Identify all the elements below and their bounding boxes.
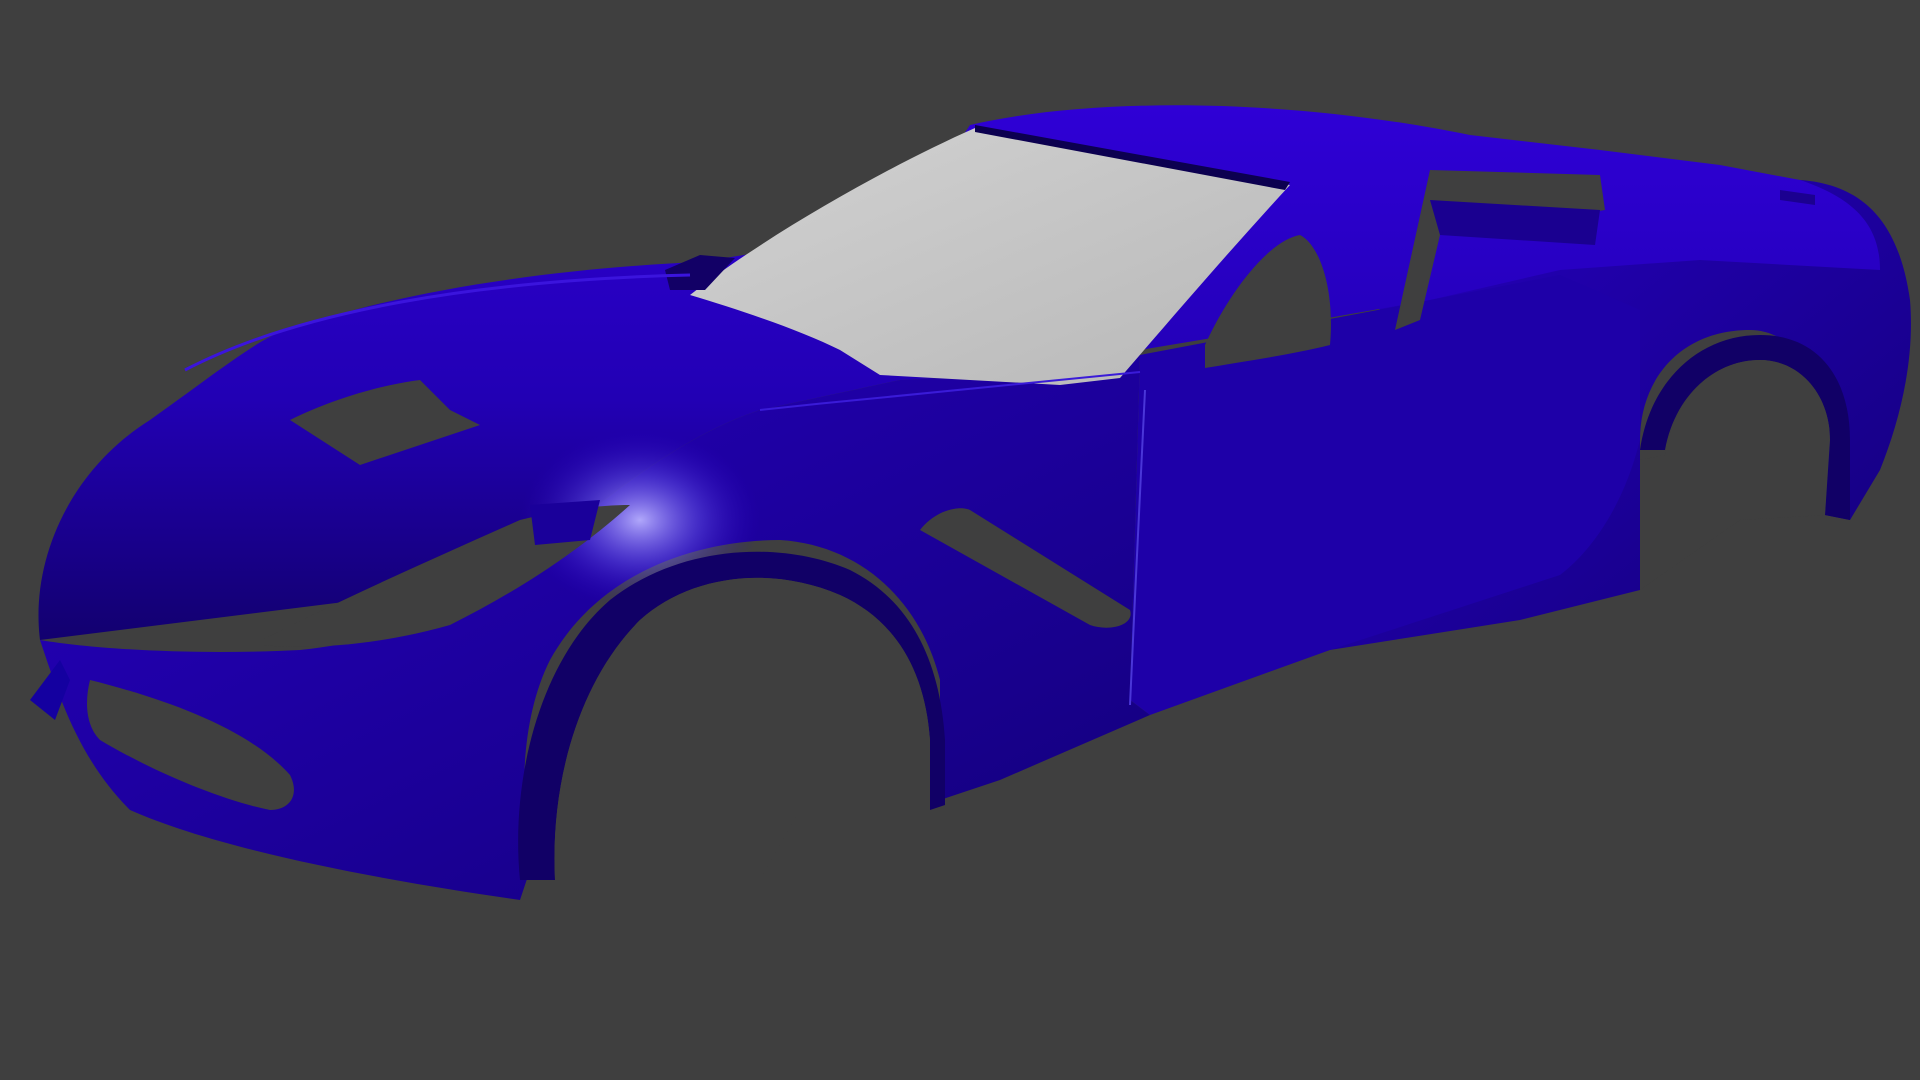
- door-panel: [1130, 275, 1640, 715]
- car-render: [30, 105, 1911, 900]
- headlight-inner: [530, 500, 600, 545]
- 3d-viewport[interactable]: [0, 0, 1920, 1080]
